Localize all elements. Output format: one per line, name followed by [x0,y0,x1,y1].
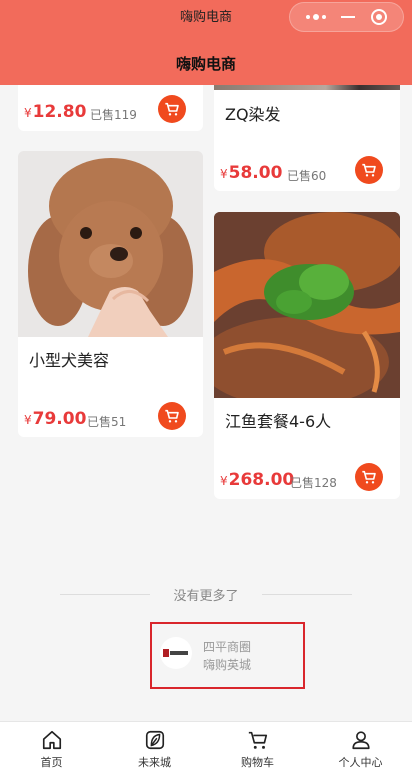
app-header: 嗨购电商 嗨购电商 [0,0,412,85]
tab-cart[interactable]: 购物车 [206,722,309,774]
tab-home[interactable]: 首页 [0,722,103,774]
product-title: ZQ染发 [225,105,281,124]
product-price: ¥268.00 [220,470,295,490]
more-icon[interactable] [305,14,326,20]
shop-name: 四平商圈 [203,640,252,654]
leaf-icon [145,730,164,750]
product-title: 江鱼套餐4-6人 [225,412,332,431]
tab-label: 个人中心 [338,756,383,769]
cart-icon [165,102,179,116]
home-icon [42,730,61,750]
product-price: ¥58.00 [220,163,283,183]
add-to-cart-button[interactable] [355,156,383,184]
minimize-icon[interactable] [341,16,356,18]
page-title: 嗨购电商 [175,55,236,73]
close-target-icon[interactable] [371,9,388,25]
shop-info[interactable]: 四平商圈 嗨购英城 [150,622,305,689]
cart-icon [362,470,376,484]
divider [262,594,352,595]
tab-label: 未来城 [138,756,171,769]
product-price: ¥12.80 [24,102,87,122]
shop-subtitle: 嗨购英城 [203,658,252,672]
cart-icon [362,163,376,177]
product-sold-count: 已售119 [90,108,137,122]
tab-label: 首页 [40,756,63,769]
tab-bar: 首页 未来城 购物车 个人中心 [0,721,412,774]
shop-logo-icon [160,637,192,669]
product-sold-count: 已售128 [290,476,337,490]
product-sold-count: 已售51 [87,415,127,429]
product-card[interactable]: 小型犬美容 ¥79.00 已售51 [18,151,203,437]
tab-label: 购物车 [241,756,274,769]
user-icon [351,731,370,750]
add-to-cart-button[interactable] [158,402,186,430]
cart-icon [248,731,267,749]
add-to-cart-button[interactable] [158,95,186,123]
mini-program-capsule[interactable] [289,2,404,32]
product-image [214,212,400,398]
tab-profile[interactable]: 个人中心 [309,722,412,774]
add-to-cart-button[interactable] [355,463,383,491]
cart-icon [165,409,179,423]
tab-future-city[interactable]: 未来城 [103,722,206,774]
product-card[interactable]: 江鱼套餐4-6人 ¥268.00 已售128 [214,212,400,499]
product-title: 小型犬美容 [29,351,110,370]
product-image [18,151,203,337]
product-sold-count: 已售60 [287,169,327,183]
product-price: ¥79.00 [24,409,87,429]
